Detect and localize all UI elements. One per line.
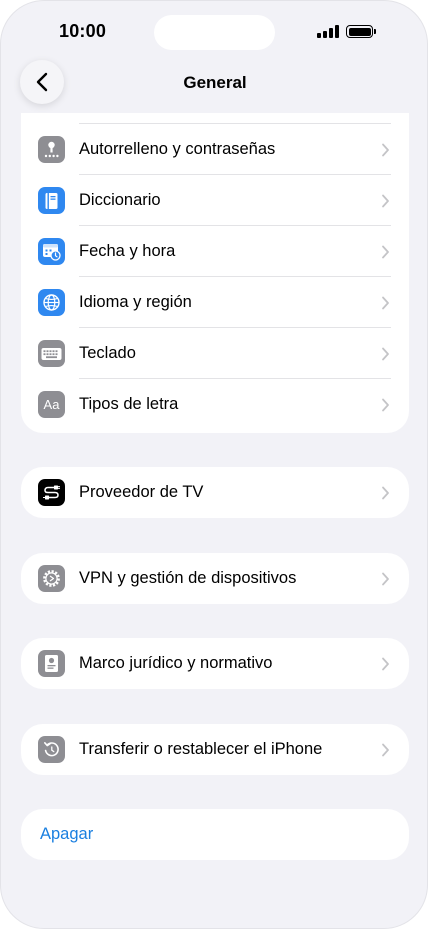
calendar-clock-icon <box>38 238 65 265</box>
shutdown-label: Apagar <box>40 825 94 843</box>
row-label: Teclado <box>79 344 136 362</box>
battery-cap <box>374 29 376 34</box>
settings-group-tv: Proveedor de TV <box>21 467 409 518</box>
row-label: Proveedor de TV <box>79 483 204 501</box>
key-icon <box>38 136 65 163</box>
battery-icon <box>346 25 373 38</box>
reset-icon <box>38 736 65 763</box>
shutdown-button[interactable]: Apagar <box>21 809 409 860</box>
row-transfer-reset[interactable]: Transferir o restablecer el iPhone <box>21 724 409 775</box>
row-label: VPN y gestión de dispositivos <box>79 569 297 587</box>
chevron-right-icon <box>382 743 389 756</box>
chevron-right-icon <box>382 486 389 499</box>
keyboard-icon <box>38 340 65 367</box>
row-date-time[interactable]: Fecha y hora <box>21 226 409 277</box>
row-legal-regulatory[interactable]: Marco jurídico y normativo <box>21 638 409 689</box>
settings-group-legal: Marco jurídico y normativo <box>21 638 409 689</box>
globe-icon <box>38 289 65 316</box>
font-icon-text: Aa <box>43 397 60 412</box>
row-language-region[interactable]: Idioma y región <box>21 277 409 328</box>
row-vpn-device-management[interactable]: VPN y gestión de dispositivos <box>21 553 409 604</box>
settings-group-vpn: VPN y gestión de dispositivos <box>21 553 409 604</box>
row-keyboard[interactable]: Teclado <box>21 328 409 379</box>
phone-screen: 10:00 General Autorrelleno y contraseñas… <box>0 0 428 929</box>
chevron-right-icon <box>382 347 389 360</box>
chevron-right-icon <box>382 143 389 156</box>
chevron-right-icon <box>382 572 389 585</box>
chevron-right-icon <box>382 245 389 258</box>
tv-provider-icon <box>38 479 65 506</box>
settings-group-general: Autorrelleno y contraseñas Diccionario F… <box>21 113 409 433</box>
row-label: Autorrelleno y contraseñas <box>79 140 276 158</box>
row-label: Idioma y región <box>79 293 192 311</box>
row-autofill-passwords[interactable]: Autorrelleno y contraseñas <box>21 124 409 175</box>
status-time: 10:00 <box>59 21 107 41</box>
page-title: General <box>183 73 247 92</box>
settings-group-reset: Transferir o restablecer el iPhone <box>21 724 409 775</box>
book-icon <box>38 187 65 214</box>
row-label: Diccionario <box>79 191 161 209</box>
row-dictionary[interactable]: Diccionario <box>21 175 409 226</box>
chevron-right-icon <box>382 398 389 411</box>
dynamic-island <box>154 15 275 50</box>
chevron-right-icon <box>382 194 389 207</box>
cellular-signal-icon <box>317 25 339 38</box>
settings-group-shutdown: Apagar <box>21 809 409 860</box>
row-label: Transferir o restablecer el iPhone <box>79 740 323 758</box>
font-icon: Aa <box>38 391 65 418</box>
chevron-right-icon <box>382 657 389 670</box>
certificate-icon <box>38 650 65 677</box>
row-fonts[interactable]: Aa Tipos de letra <box>21 379 409 430</box>
gear-icon <box>38 565 65 592</box>
row-tv-provider[interactable]: Proveedor de TV <box>21 467 409 518</box>
row-label: Marco jurídico y normativo <box>79 654 273 672</box>
row-label: Tipos de letra <box>79 395 179 413</box>
chevron-right-icon <box>382 296 389 309</box>
row-label: Fecha y hora <box>79 242 176 260</box>
